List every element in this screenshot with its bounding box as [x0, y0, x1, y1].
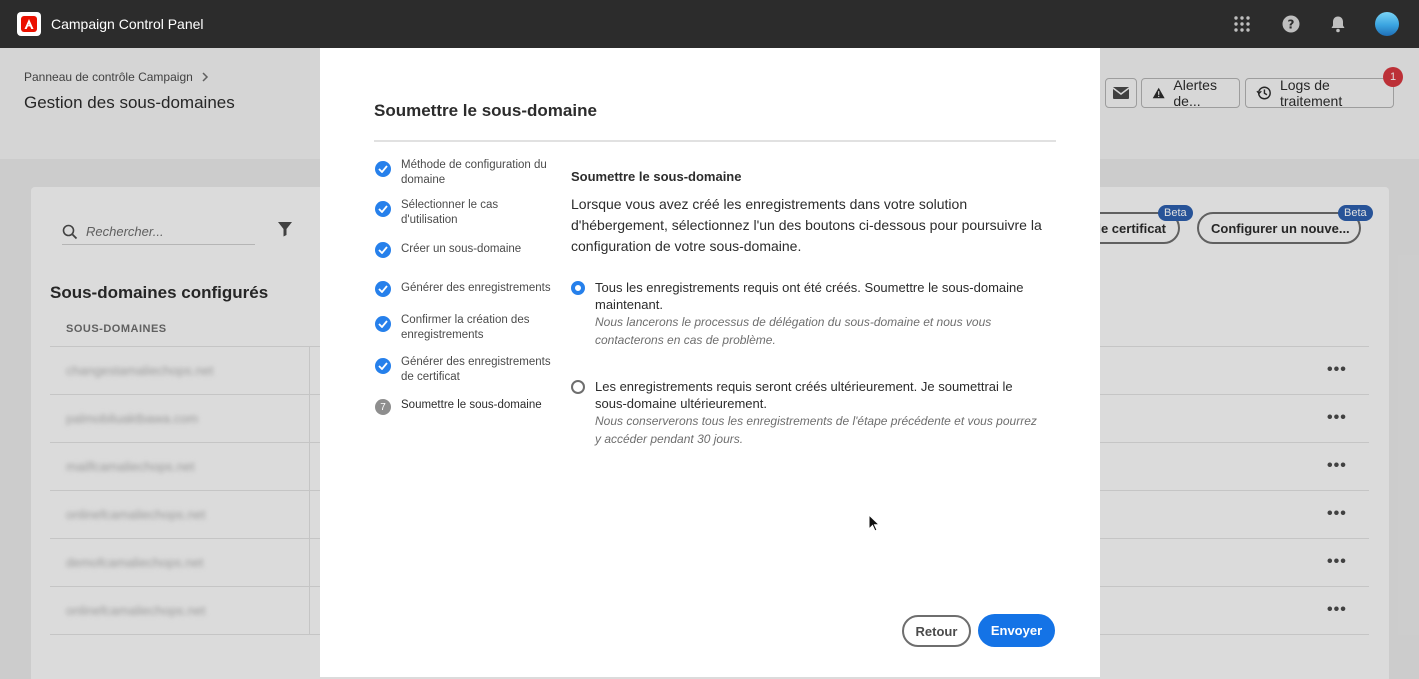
step-configuration-method[interactable]: Méthode de configuration du domaine [375, 158, 551, 188]
checkmark-icon [375, 358, 391, 374]
step-label: Créer un sous-domaine [401, 243, 522, 255]
option-note: Nous lancerons le processus de délégatio… [595, 315, 992, 347]
divider [374, 140, 1056, 142]
step-label: Soumettre le sous-domaine [401, 399, 542, 411]
checkmark-icon [375, 281, 391, 297]
adobe-logo-icon[interactable] [17, 12, 41, 36]
content-title: Soumettre le sous-domaine [571, 169, 742, 184]
submit-subdomain-dialog: Soumettre le sous-domaine Méthode de con… [320, 48, 1100, 677]
checkmark-icon [375, 242, 391, 258]
option-submit-now[interactable]: Tous les enregistrements requis ont été … [571, 279, 1041, 349]
checkmark-icon [375, 201, 391, 217]
step-submit-subdomain[interactable]: 7 Soumettre le sous-domaine [375, 398, 551, 415]
help-icon[interactable]: ? [1279, 12, 1303, 36]
step-label: Générer des enregistrements [401, 282, 551, 294]
option-label: Les enregistrements requis seront créés … [595, 379, 1013, 411]
step-certificate-records[interactable]: Générer des enregistrements de certifica… [375, 355, 551, 385]
svg-text:?: ? [1288, 18, 1295, 32]
notifications-bell-icon[interactable] [1326, 12, 1350, 36]
radio-button-selected[interactable] [571, 281, 585, 295]
checkmark-icon [375, 316, 391, 332]
mouse-cursor-icon [868, 513, 881, 537]
step-label: Confirmer la création des enregistrement… [401, 314, 530, 341]
step-use-case[interactable]: Sélectionner le cas d'utilisation [375, 198, 551, 228]
back-button[interactable]: Retour [902, 615, 971, 647]
submit-button[interactable]: Envoyer [978, 614, 1055, 647]
radio-button-unselected[interactable] [571, 380, 585, 394]
step-generate-records[interactable]: Générer des enregistrements [375, 281, 551, 297]
content-description: Lorsque vous avez créé les enregistremen… [571, 196, 1042, 254]
option-submit-later[interactable]: Les enregistrements requis seront créés … [571, 378, 1041, 448]
option-note: Nous conserverons tous les enregistremen… [595, 414, 1037, 446]
top-navigation-bar: Campaign Control Panel ? [0, 0, 1419, 48]
step-label: Générer des enregistrements de certifica… [401, 356, 551, 383]
checkmark-icon [375, 161, 391, 177]
step-label: Sélectionner le cas d'utilisation [401, 199, 499, 226]
apps-grid-icon[interactable] [1230, 12, 1254, 36]
option-label: Tous les enregistrements requis ont été … [595, 280, 1024, 312]
step-create-subdomain[interactable]: Créer un sous-domaine [375, 242, 551, 258]
dialog-title: Soumettre le sous-domaine [374, 101, 597, 120]
app-title[interactable]: Campaign Control Panel [51, 16, 204, 32]
step-label: Méthode de configuration du domaine [401, 159, 547, 186]
user-avatar[interactable] [1375, 12, 1399, 36]
step-confirm-records[interactable]: Confirmer la création des enregistrement… [375, 313, 551, 343]
step-number-icon: 7 [375, 399, 391, 415]
